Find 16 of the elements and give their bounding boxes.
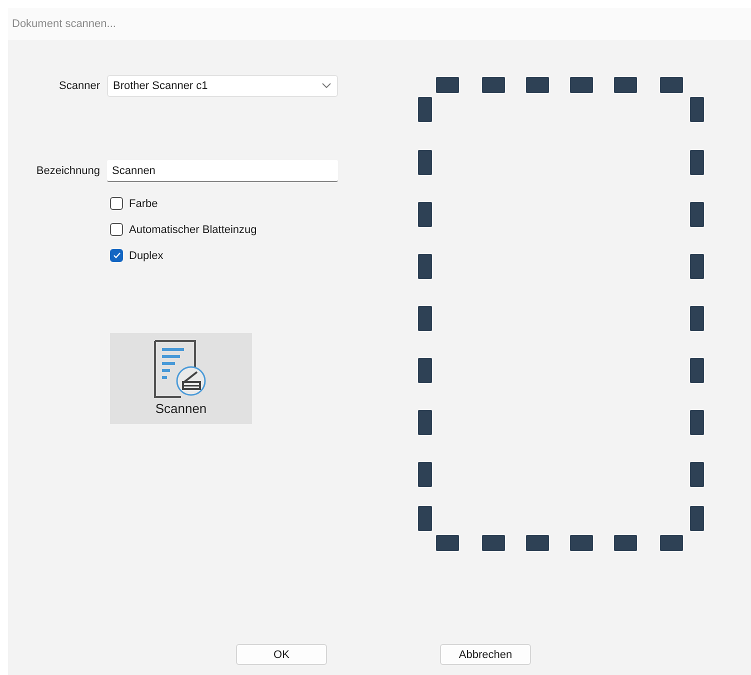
- checkbox[interactable]: [110, 249, 123, 262]
- checkbox[interactable]: [110, 197, 123, 210]
- scan-button[interactable]: Scannen: [110, 333, 252, 424]
- window-title: Dokument scannen...: [12, 18, 116, 30]
- dialog-button[interactable]: OK: [236, 644, 327, 665]
- checkbox[interactable]: [110, 223, 123, 236]
- field-label: Bezeichnung: [35, 165, 100, 177]
- caret-icon: [322, 83, 331, 89]
- scanner-dropdown[interactable]: Brother Scanner c1: [107, 75, 338, 97]
- input-field[interactable]: Scannen: [107, 160, 338, 182]
- checkbox-label: Automatischer Blatteinzug: [129, 224, 257, 236]
- checkbox-label: Duplex: [129, 250, 164, 262]
- dialog-button[interactable]: Abbrechen: [440, 644, 531, 665]
- field-label: Scanner: [58, 80, 100, 92]
- checkmark-icon: [112, 252, 120, 259]
- checkbox-label: Farbe: [129, 198, 158, 210]
